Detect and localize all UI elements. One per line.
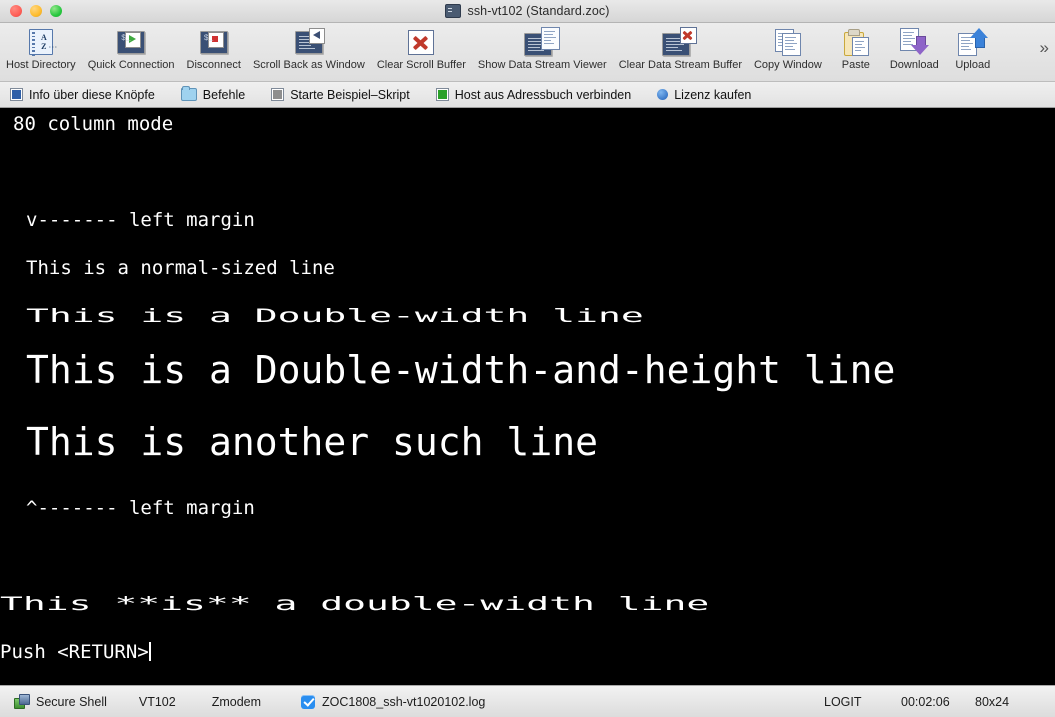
button-bar-label: Befehle — [202, 87, 246, 102]
status-log-file: ZOC1808_ssh-vt1020102.log — [322, 694, 486, 709]
terminal-line-double-width: This is a Double-width line — [26, 305, 644, 327]
zoom-button[interactable] — [50, 5, 62, 17]
terminal-line-double-width-height: This is a Double-width-and-height line — [26, 349, 896, 393]
button-bar: Info über diese Knöpfe Befehle Starte Be… — [0, 82, 1055, 108]
page-title: ssh-vt102 (Standard.zoc) — [467, 4, 610, 18]
status-transfer-protocol[interactable]: Zmodem — [212, 695, 261, 709]
toolbar-label: Quick Connection — [87, 59, 175, 71]
window-controls[interactable] — [10, 5, 62, 17]
toolbar-label: Disconnect — [186, 59, 241, 71]
button-bar-item-befehle[interactable]: Befehle — [180, 86, 246, 102]
button-bar-item-beispiel-skript[interactable]: Starte Beispiel–Skript — [271, 88, 410, 102]
close-button[interactable] — [10, 5, 22, 17]
terminal-icon — [445, 4, 462, 18]
toolbar-button-download[interactable]: Download — [884, 25, 945, 71]
toolbar-button-host-directory[interactable]: A ··· Z Host Directory — [0, 25, 82, 71]
address-book-icon: A ··· Z — [19, 26, 63, 58]
toolbar-label: Copy Window — [753, 59, 822, 71]
copy-documents-icon — [766, 26, 810, 58]
gray-square-icon — [271, 88, 285, 101]
data-stream-viewer-icon — [520, 26, 564, 58]
toolbar-label: Download — [889, 59, 939, 71]
scrollback-window-icon — [287, 26, 331, 58]
terminal-line-double-width-height: This is another such line — [26, 421, 598, 465]
terminal-line: This is a normal-sized line — [26, 257, 335, 279]
data-stream-clear-icon — [658, 26, 702, 58]
status-elapsed-time: 00:02:06 — [901, 694, 950, 709]
window-title-group: ssh-vt102 (Standard.zoc) — [0, 0, 1055, 22]
clipboard-paste-icon — [834, 26, 878, 58]
terminal-screen[interactable]: 80 column mode v------- left margin This… — [0, 108, 1055, 685]
upload-arrow-icon — [951, 26, 995, 58]
status-dimensions: 80x24 — [975, 694, 1010, 709]
button-bar-label: Starte Beispiel–Skript — [290, 87, 410, 102]
status-emulation[interactable]: VT102 — [139, 695, 176, 709]
status-logit[interactable]: LOGIT — [824, 695, 862, 709]
title-bar: ssh-vt102 (Standard.zoc) — [0, 0, 1055, 23]
status-logging[interactable]: ZOC1808_ssh-vt1020102.log — [301, 694, 486, 709]
toolbar-button-disconnect[interactable]: Disconnect — [181, 25, 247, 71]
terminal-line: ^------- left margin — [26, 497, 255, 519]
button-bar-label: Host aus Adressbuch verbinden — [454, 87, 632, 102]
status-connection-label: Secure Shell — [36, 694, 107, 709]
zoc-terminal-window: ssh-vt102 (Standard.zoc) A ··· Z Host Dire… — [0, 0, 1055, 717]
toolbar-label: Host Directory — [6, 59, 76, 71]
green-square-icon — [435, 88, 449, 101]
terminal-prompt-text: Push <RETURN> — [0, 641, 149, 663]
toolbar-button-clear-scroll-buffer[interactable]: Clear Scroll Buffer — [371, 25, 472, 71]
red-x-icon — [399, 26, 443, 58]
minimize-button[interactable] — [30, 5, 42, 17]
terminal-play-icon — [109, 26, 153, 58]
toolbar-button-copy-window[interactable]: Copy Window — [748, 25, 828, 71]
terminal-line: v------- left margin — [26, 209, 255, 231]
terminal-line-prompt: Push <RETURN> — [0, 640, 151, 664]
toolbar-button-upload[interactable]: Upload — [945, 25, 1001, 71]
toolbar-button-clear-data-stream-buffer[interactable]: Clear Data Stream Buffer — [613, 25, 748, 71]
toolbar-overflow-button[interactable]: » — [1040, 39, 1049, 56]
button-bar-label: Lizenz kaufen — [674, 87, 752, 102]
button-bar-item-lizenz-kaufen[interactable]: Lizenz kaufen — [657, 88, 751, 102]
status-connection[interactable]: Secure Shell — [14, 694, 107, 709]
toolbar-label: Upload — [955, 59, 991, 71]
folder-icon — [180, 86, 197, 101]
button-bar-item-info[interactable]: Info über diese Knöpfe — [10, 88, 155, 102]
blue-circle-icon — [657, 89, 669, 100]
button-bar-label: Info über diese Knöpfe — [29, 87, 155, 102]
blue-square-icon — [10, 88, 23, 101]
button-bar-item-host-verbinden[interactable]: Host aus Adressbuch verbinden — [435, 87, 632, 102]
toolbar-label: Clear Scroll Buffer — [376, 59, 466, 71]
toolbar-button-paste[interactable]: Paste — [828, 25, 884, 71]
toolbar-label: Show Data Stream Viewer — [477, 59, 607, 71]
toolbar-button-show-data-stream-viewer[interactable]: Show Data Stream Viewer — [472, 25, 613, 71]
network-icon — [14, 694, 30, 709]
log-checkbox[interactable] — [301, 694, 316, 709]
terminal-line: 80 column mode — [13, 113, 174, 135]
toolbar-label: Clear Data Stream Buffer — [618, 59, 742, 71]
terminal-line-double-width: This **is** a double-width line — [0, 593, 710, 615]
download-arrow-icon — [892, 26, 936, 58]
toolbar-button-quick-connection[interactable]: Quick Connection — [82, 25, 181, 71]
toolbar-button-scroll-back-as-window[interactable]: Scroll Back as Window — [247, 25, 371, 71]
terminal-cursor — [148, 642, 151, 661]
main-toolbar: A···Z Host Directory Quick Connection Di… — [0, 23, 1055, 82]
status-bar: Secure Shell VT102 Zmodem ZOC1808_ssh-vt… — [0, 685, 1055, 717]
terminal-stop-icon — [192, 26, 236, 58]
toolbar-label: Paste — [841, 59, 870, 71]
toolbar-label: Scroll Back as Window — [252, 59, 365, 71]
